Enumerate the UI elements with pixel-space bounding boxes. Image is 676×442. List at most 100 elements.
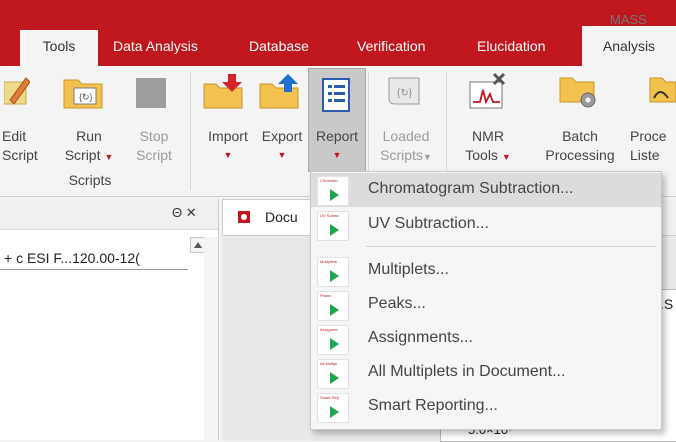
menu-item-assignments[interactable]: Assignme Assignments...	[311, 322, 661, 356]
dock-close-controls[interactable]: Θ ✕	[172, 205, 197, 221]
report-label: Report	[315, 128, 359, 144]
batch-processing-button[interactable]: Batch Processing	[536, 127, 624, 165]
thumbnail-caption: Smart Rep	[320, 395, 340, 400]
process-listener-label-2: Liste	[630, 147, 660, 163]
scripts-group-label: Scripts	[68, 172, 112, 188]
chevron-down-icon: ▼	[277, 150, 287, 160]
play-icon	[330, 406, 339, 418]
stop-script-icon	[134, 76, 168, 113]
play-icon	[330, 372, 339, 384]
report-button[interactable]: Report ▼	[308, 68, 366, 172]
list-item[interactable]: + c ESI F...120.00-12(	[4, 250, 140, 266]
report-icon	[321, 77, 353, 116]
import-label: Import	[208, 128, 248, 144]
export-button[interactable]: Export ▼	[256, 127, 308, 165]
tab-spacer	[0, 30, 20, 62]
run-script-label-2: Script	[64, 147, 101, 163]
svg-text:{↻}: {↻}	[397, 88, 413, 99]
report-template-thumbnail-icon: Smart Rep	[317, 393, 349, 423]
thumbnail-caption: UV Subtra	[320, 213, 339, 218]
menu-item-label: Assignments...	[368, 329, 473, 346]
batch-processing-label-1: Batch	[562, 128, 598, 144]
report-template-thumbnail-icon: Assignme	[317, 325, 349, 355]
document-tab-label: Docu	[265, 209, 298, 225]
import-button[interactable]: Import ▼	[200, 127, 256, 165]
process-listener-icon	[648, 72, 676, 113]
export-icon	[258, 74, 302, 113]
stop-script-button[interactable]: Stop Script	[126, 127, 182, 165]
batch-processing-label-2: Processing	[545, 147, 615, 163]
play-icon	[330, 224, 339, 236]
run-script-button[interactable]: Run Script ▼	[62, 127, 116, 167]
loaded-scripts-button[interactable]: Loaded Scripts▼	[374, 127, 438, 167]
thumbnail-caption: Peaks	[320, 293, 332, 298]
export-label: Export	[261, 128, 303, 144]
menu-separator	[366, 246, 656, 247]
tab-database[interactable]: Database	[249, 30, 309, 62]
edit-script-button[interactable]: Edit Script	[2, 127, 38, 165]
nmr-tools-label-2: Tools	[465, 147, 498, 163]
loaded-scripts-label-2: Scripts	[380, 147, 423, 163]
loaded-scripts-icon: {↻}	[385, 74, 425, 113]
menu-item-all-multiplets[interactable]: All Multipl All Multiplets in Document..…	[311, 356, 661, 390]
thumbnail-caption: All Multipl	[320, 361, 338, 366]
left-panel: Θ ✕ + c ESI F...120.00-12(	[0, 199, 219, 440]
nmr-tools-label-1: NMR	[472, 128, 504, 144]
vertical-scrollbar[interactable]	[204, 237, 218, 440]
tab-verification[interactable]: Verification	[357, 30, 425, 62]
left-panel-header: Θ ✕	[0, 199, 218, 230]
play-icon	[330, 189, 339, 201]
chevron-down-icon: ▼	[223, 150, 233, 160]
context-tab-group-mass: MASS	[610, 12, 647, 27]
thumbnail-caption: Assignme	[320, 327, 338, 332]
play-icon	[330, 304, 339, 316]
run-script-label-1: Run	[76, 128, 102, 144]
edit-script-label-2: Script	[2, 147, 38, 163]
nmr-tools-icon	[468, 72, 508, 113]
thumbnail-caption: Chromato	[320, 178, 338, 183]
chevron-down-icon: ▼	[422, 152, 432, 162]
process-listener-label-1: Proce	[630, 128, 667, 144]
tab-document[interactable]: Docu	[222, 199, 324, 236]
chevron-up-icon	[194, 242, 202, 248]
run-script-icon: {↻}	[62, 74, 106, 113]
tab-tools[interactable]: Tools	[20, 30, 98, 66]
menu-item-label: UV Subtraction...	[368, 215, 489, 232]
list-divider	[0, 269, 188, 270]
menu-item-uv-subtraction[interactable]: UV Subtra UV Subtraction...	[311, 208, 661, 242]
menu-item-peaks[interactable]: Peaks Peaks...	[311, 288, 661, 322]
report-dropdown-menu: Chromato Chromatogram Subtraction... UV …	[310, 171, 662, 430]
ribbon-tab-strip: Tools Data Analysis Database Verificatio…	[0, 0, 676, 66]
chevron-down-icon: ▼	[104, 152, 114, 162]
edit-script-label-1: Edit	[2, 128, 27, 144]
report-template-thumbnail-icon: Chromato	[317, 176, 349, 206]
menu-item-multiplets[interactable]: Multiplets Multiplets...	[311, 254, 661, 288]
menu-item-label: Peaks...	[368, 295, 426, 312]
menu-item-label: Multiplets...	[368, 261, 449, 278]
tab-elucidation[interactable]: Elucidation	[477, 30, 546, 62]
thumbnail-caption: Multiplets	[320, 259, 337, 264]
import-icon	[202, 74, 246, 113]
play-icon	[330, 270, 339, 282]
stop-script-label-1: Stop	[139, 128, 169, 144]
chevron-down-icon: ▼	[501, 152, 511, 162]
menu-item-smart-reporting[interactable]: Smart Rep Smart Reporting...	[311, 390, 661, 424]
group-separator	[190, 72, 191, 190]
stop-script-label-2: Script	[136, 147, 172, 163]
document-icon	[238, 211, 250, 223]
tab-data-analysis[interactable]: Data Analysis	[113, 30, 198, 62]
report-template-thumbnail-icon: Peaks	[317, 291, 349, 321]
batch-processing-icon	[558, 72, 602, 113]
menu-item-label: All Multiplets in Document...	[368, 363, 566, 380]
nmr-tools-button[interactable]: NMR Tools ▼	[460, 127, 516, 167]
report-template-thumbnail-icon: UV Subtra	[317, 211, 349, 241]
loaded-scripts-label-1: Loaded	[382, 128, 430, 144]
process-listener-button[interactable]: Proce Liste	[630, 127, 676, 165]
report-template-thumbnail-icon: Multiplets	[317, 257, 349, 287]
menu-item-label: Smart Reporting...	[368, 397, 498, 414]
edit-script-icon	[3, 74, 31, 111]
play-icon	[330, 338, 339, 350]
menu-item-label: Chromatogram Subtraction...	[368, 180, 574, 197]
svg-text:{↻}: {↻}	[79, 92, 93, 102]
menu-item-chromatogram-subtraction[interactable]: Chromato Chromatogram Subtraction...	[311, 173, 661, 207]
